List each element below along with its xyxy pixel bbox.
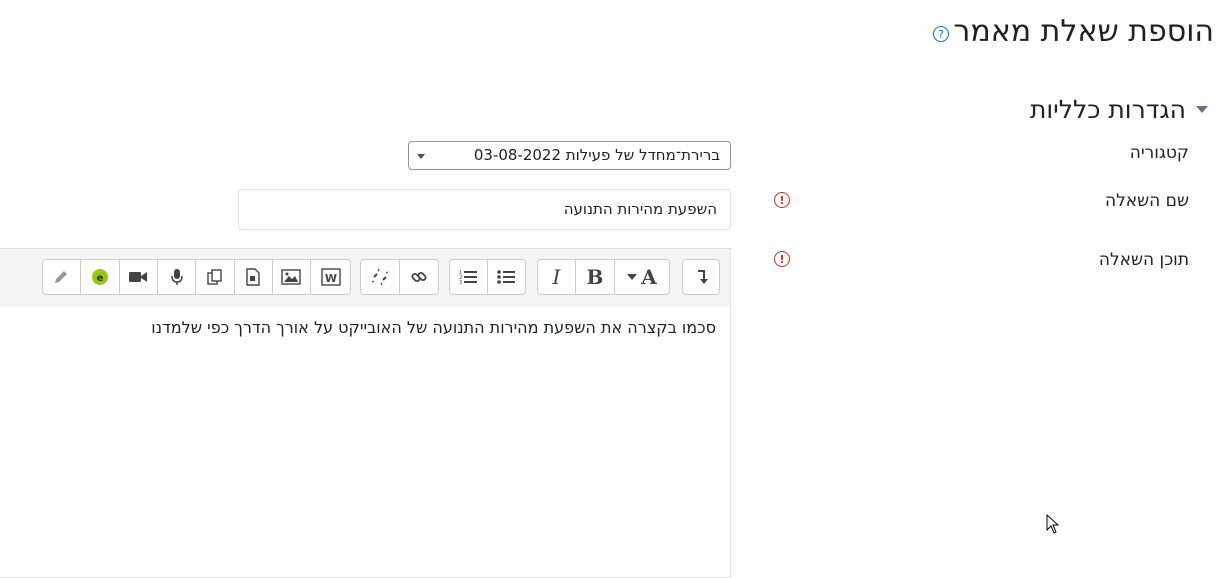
- page-title: הוספת שאלת מאמר: [953, 14, 1214, 49]
- editor-content[interactable]: סכמו בקצרה את השפעת מהירות התנועה של האו…: [0, 307, 730, 577]
- mouse-pointer-icon: [1046, 513, 1060, 538]
- question-text-value: סכמו בקצרה את השפעת מהירות התנועה של האו…: [151, 318, 716, 337]
- record-audio-icon[interactable]: [158, 260, 196, 294]
- record-video-icon[interactable]: [120, 260, 159, 294]
- toolbar-group-lists: 123: [449, 259, 526, 295]
- toolbar-group-text: I B A: [537, 259, 670, 295]
- font-style-icon[interactable]: A: [615, 260, 669, 294]
- h5p-icon[interactable]: e: [81, 260, 120, 294]
- question-text-label: תוכן השאלה: [1098, 250, 1189, 270]
- question-name-input[interactable]: השפעת מהירות התנועה: [238, 189, 731, 230]
- category-select[interactable]: ברירת־מחדל של פעילות 03-08-2022: [408, 141, 731, 170]
- question-name-value: השפעת מהירות התנועה: [563, 200, 717, 218]
- toolbar-group-more: [682, 259, 720, 295]
- manage-files-icon[interactable]: [196, 260, 235, 294]
- show-more-icon[interactable]: [683, 260, 719, 294]
- category-select-value: ברירת־מחדל של פעילות 03-08-2022: [473, 146, 720, 164]
- caret-down-icon: [1196, 106, 1208, 113]
- question-text-editor[interactable]: e W 1 2 3 I B A סכמו בקצרה את השפעת מהיר…: [0, 248, 731, 578]
- svg-text:W: W: [325, 272, 337, 285]
- question-name-label: שם השאלה: [1104, 191, 1189, 211]
- ordered-list-icon[interactable]: 123: [450, 260, 488, 294]
- italic-icon[interactable]: I: [538, 260, 576, 294]
- exclamation-circle-icon: !: [774, 192, 790, 208]
- unordered-list-icon[interactable]: [488, 260, 526, 294]
- question-circle-icon[interactable]: ?: [933, 26, 949, 42]
- unlink-icon[interactable]: [361, 260, 400, 294]
- font-icon-letter: A: [641, 265, 657, 289]
- word-import-icon[interactable]: W: [311, 260, 350, 294]
- pencil-icon[interactable]: [43, 260, 81, 294]
- chevron-down-icon: [417, 154, 425, 159]
- toolbar-group-media: e W: [42, 259, 351, 295]
- svg-text:e: e: [96, 273, 103, 284]
- toolbar-group-links: [360, 259, 439, 295]
- svg-text:3: 3: [459, 280, 462, 286]
- chevron-down-icon: [627, 274, 638, 280]
- section-title: הגדרות כלליות: [1029, 95, 1186, 124]
- section-header-general[interactable]: הגדרות כלליות: [1030, 95, 1208, 124]
- link-icon[interactable]: [400, 260, 439, 294]
- media-icon[interactable]: [235, 260, 273, 294]
- exclamation-circle-icon: !: [774, 251, 790, 267]
- image-icon[interactable]: [273, 260, 312, 294]
- bold-icon[interactable]: B: [576, 260, 615, 294]
- category-label: קטגוריה: [1129, 143, 1189, 163]
- editor-toolbar: e W 1 2 3 I B A: [0, 249, 730, 308]
